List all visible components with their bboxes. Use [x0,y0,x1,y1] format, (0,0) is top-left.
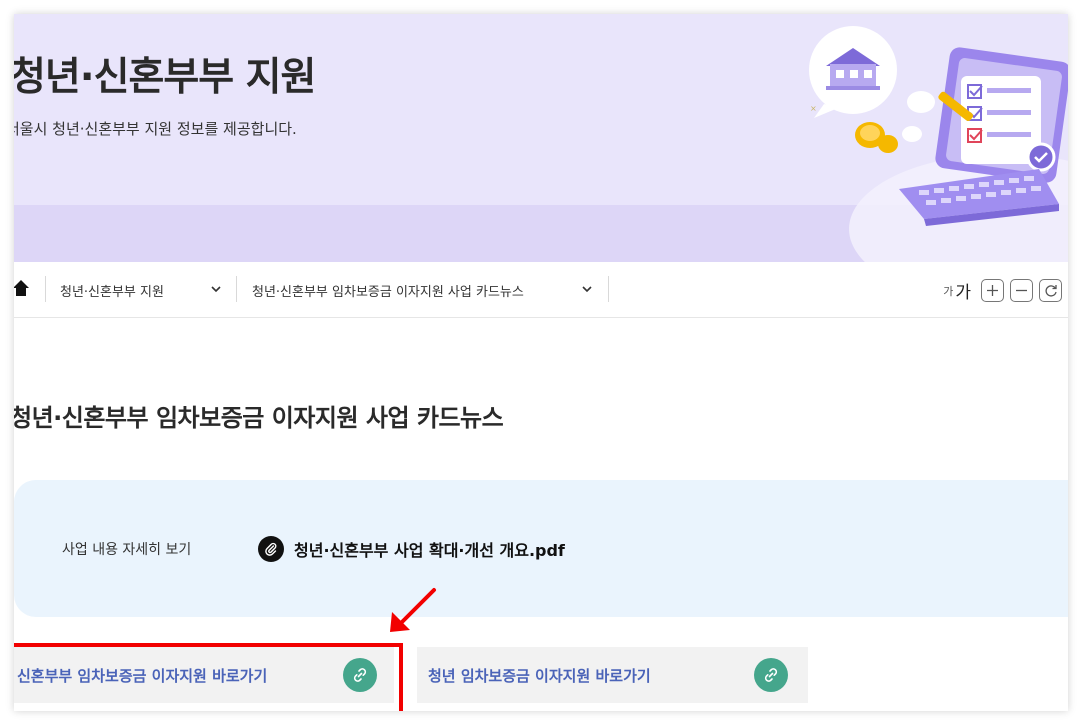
font-increase-button[interactable] [981,279,1004,302]
attachment-box: 사업 내용 자세히 보기 청년·신혼부부 사업 확대·개선 개요.pdf [14,480,1068,617]
breadcrumb-item-page[interactable]: 청년·신혼부부 임차보증금 이자지원 사업 카드뉴스 [252,262,524,318]
laptop-checklist-illustration: × [809,26,1068,262]
attachment-file-name: 청년·신혼부부 사업 확대·개선 개요.pdf [294,540,565,560]
plus-icon [987,285,998,296]
font-size-large-label: 가 [955,283,971,303]
minus-icon [1016,289,1027,292]
chevron-down-icon[interactable] [580,282,594,296]
hero-title: 청년·신혼부부 지원 [14,55,316,100]
font-size-small-label: 가 [943,284,954,298]
annotation-highlight-box [14,643,403,711]
attachment-label: 사업 내용 자세히 보기 [62,541,192,558]
font-size-control: 가 가 [943,278,1062,303]
hero-subtitle: 서울시 청년·신혼부부 지원 정보를 제공합니다. [14,120,297,138]
font-reset-button[interactable] [1039,279,1062,302]
breadcrumb-item-category[interactable]: 청년·신혼부부 지원 [60,262,164,318]
breadcrumb-divider [236,276,237,302]
chevron-down-icon[interactable] [209,282,223,296]
reset-icon [1044,284,1057,297]
hero-banner: 청년·신혼부부 지원 서울시 청년·신혼부부 지원 정보를 제공합니다. × [14,14,1068,262]
breadcrumb-divider [608,276,609,302]
link-icon [754,658,788,692]
svg-text:×: × [810,104,817,113]
youth-interest-support-link[interactable]: 청년 임차보증금 이자지원 바로가기 [417,647,808,703]
breadcrumb: 청년·신혼부부 지원 청년·신혼부부 임차보증금 이자지원 사업 카드뉴스 가 … [14,262,1068,318]
page-frame: 청년·신혼부부 지원 서울시 청년·신혼부부 지원 정보를 제공합니다. × 청… [14,14,1068,711]
page-title: 청년·신혼부부 임차보증금 이자지원 사업 카드뉴스 [14,404,504,432]
paperclip-icon [258,535,284,562]
home-icon[interactable] [14,279,30,297]
font-decrease-button[interactable] [1010,279,1033,302]
arrow-annotation-icon [390,588,436,632]
youth-link-label: 청년 임차보증금 이자지원 바로가기 [428,666,651,685]
breadcrumb-divider [45,276,46,302]
